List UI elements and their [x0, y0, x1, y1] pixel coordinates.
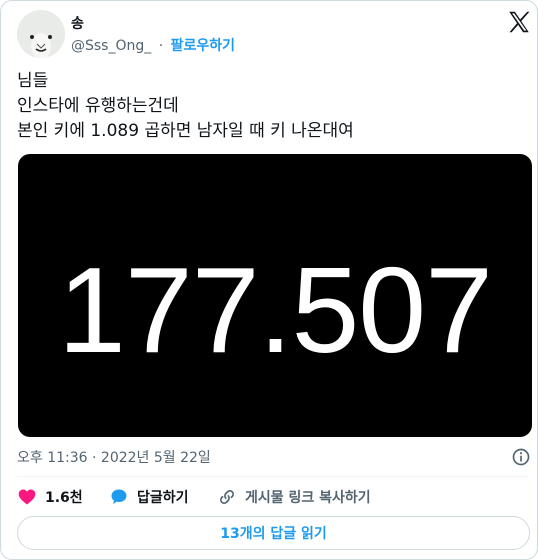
copy-link-button[interactable]: 게시물 링크 복사하기	[217, 485, 371, 509]
separator-dot: ·	[158, 38, 164, 54]
like-count: 1.6천	[45, 490, 83, 506]
tweet-embed-card: 송 @Sss_Ong_ · 팔로우하기 님들 인스타에 유행하는건데 본인 키에…	[0, 0, 538, 560]
like-button[interactable]: 1.6천	[17, 485, 83, 509]
tweet-text-line: 님들	[17, 71, 49, 91]
tweet-text-line: 인스타에 유행하는건데	[17, 96, 179, 116]
media-number-text: 177.507	[58, 242, 493, 378]
avatar-image	[17, 10, 65, 58]
divider	[17, 476, 529, 477]
speech-bubble-icon	[111, 489, 127, 505]
author-handle[interactable]: @Sss_Ong_	[71, 38, 151, 54]
avatar[interactable]	[17, 10, 65, 58]
tweet-media-image[interactable]: 177.507	[18, 154, 532, 437]
reply-button[interactable]: 답글하기	[109, 485, 189, 509]
link-icon	[220, 490, 234, 504]
read-replies-button[interactable]: 13개의 답글 읽기	[17, 516, 530, 550]
reply-label: 답글하기	[137, 490, 189, 506]
x-logo-icon[interactable]	[506, 9, 532, 35]
author-handle-row: @Sss_Ong_ · 팔로우하기	[71, 35, 235, 55]
tweet-timestamp[interactable]: 오후 11:36 · 2022년 5월 22일	[17, 447, 211, 467]
copy-link-label: 게시물 링크 복사하기	[245, 490, 371, 506]
tweet-text-line: 본인 키에 1.089 곱하면 남자일 때 키 나온대여	[17, 121, 354, 141]
heart-icon	[18, 489, 36, 505]
follow-button[interactable]: 팔로우하기	[171, 38, 235, 54]
info-icon[interactable]	[511, 447, 531, 467]
tweet-text: 님들 인스타에 유행하는건데 본인 키에 1.089 곱하면 남자일 때 키 나…	[17, 69, 354, 144]
author-name[interactable]: 송	[71, 13, 84, 33]
